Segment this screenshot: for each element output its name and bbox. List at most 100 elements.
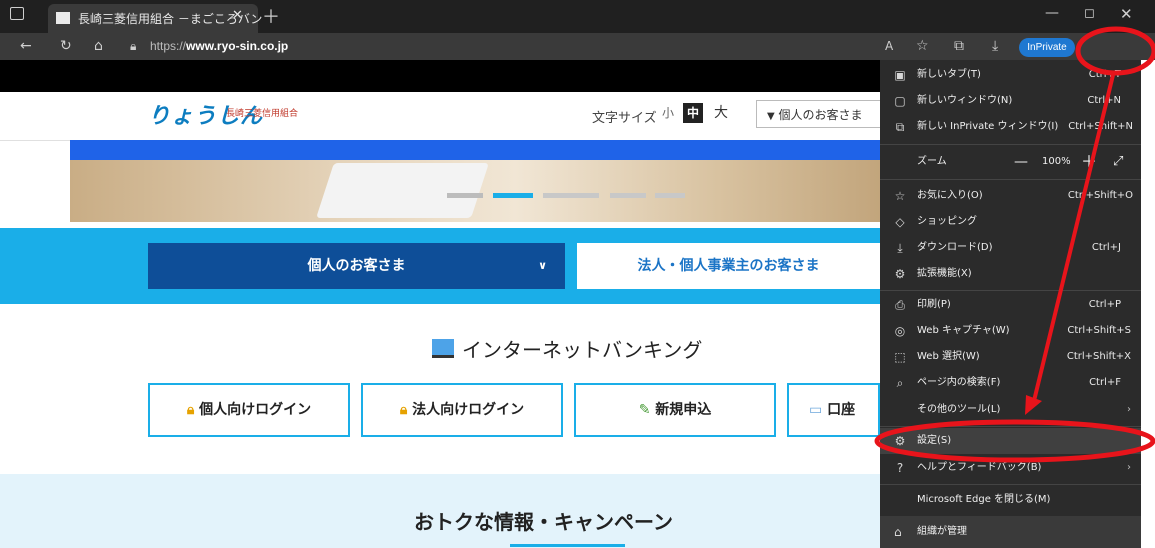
menu-label: ページ内の検索(F) bbox=[917, 377, 1001, 388]
menu-shortcut: Ctrl+Shift+X bbox=[1066, 351, 1131, 362]
menu-item-new-window[interactable]: ▢ 新しいウィンドウ(N) Ctrl+N bbox=[880, 88, 1141, 114]
zoom-in-icon[interactable]: ＋ bbox=[1081, 149, 1097, 175]
menu-item-settings[interactable]: ⚙ 設定(S) bbox=[880, 428, 1141, 454]
web-select-icon: ⬚ bbox=[894, 350, 906, 364]
menu-shortcut: Ctrl+Shift+N bbox=[1068, 121, 1133, 132]
menu-item-web-capture[interactable]: ◎ Web キャプチャ(W) Ctrl+Shift+S bbox=[880, 318, 1141, 344]
inprivate-badge[interactable]: InPrivate bbox=[1019, 38, 1075, 57]
menu-item-help[interactable]: ? ヘルプとフィードバック(B) › bbox=[880, 455, 1141, 481]
menu-separator bbox=[880, 484, 1141, 485]
carousel-dot[interactable] bbox=[447, 193, 483, 198]
collections-icon[interactable]: ⧉ bbox=[954, 33, 964, 60]
new-application-button[interactable]: ✎ 新規申込 bbox=[574, 383, 776, 437]
tab-close-icon[interactable]: ✕ bbox=[232, 8, 243, 23]
menu-item-downloads[interactable]: ⤓ ダウンロード(D) Ctrl+J bbox=[880, 235, 1141, 261]
menu-item-more-tools[interactable]: その他のツール(L) › bbox=[880, 397, 1141, 423]
carousel-dot[interactable] bbox=[610, 193, 646, 198]
chevron-right-icon: › bbox=[1127, 404, 1131, 415]
refresh-icon[interactable]: ↻ bbox=[60, 33, 72, 60]
account-button[interactable]: ▭ 口座 bbox=[787, 383, 880, 437]
menu-label: 印刷(P) bbox=[917, 299, 951, 310]
new-application-label: 新規申込 bbox=[655, 402, 712, 418]
menu-item-close-edge[interactable]: Microsoft Edge を閉じる(M) bbox=[880, 487, 1141, 513]
menu-label: 組織が管理 bbox=[917, 526, 967, 537]
read-aloud-icon[interactable]: A bbox=[885, 33, 893, 60]
font-size-label: 文字サイズ bbox=[592, 111, 657, 126]
lock-icon: 🔒︎ bbox=[186, 402, 195, 418]
menu-label: 新しい InPrivate ウィンドウ(I) bbox=[917, 121, 1059, 132]
help-icon: ? bbox=[896, 461, 904, 475]
menu-label: ズーム bbox=[917, 156, 947, 167]
zoom-out-icon[interactable]: — bbox=[1014, 149, 1028, 175]
menu-label: 拡張機能(X) bbox=[917, 268, 972, 279]
carousel-dot[interactable] bbox=[543, 193, 599, 198]
extensions-icon: ⚙ bbox=[894, 267, 906, 281]
carousel-dot[interactable] bbox=[655, 193, 685, 198]
downloads-toolbar-icon[interactable]: ⤓ bbox=[992, 33, 998, 60]
customer-type-select[interactable]: ▼ 個人のお客さま bbox=[756, 100, 886, 128]
menu-separator bbox=[880, 179, 1141, 180]
menu-label: Web 選択(W) bbox=[917, 351, 980, 362]
menu-item-web-select[interactable]: ⬚ Web 選択(W) Ctrl+Shift+X bbox=[880, 344, 1141, 370]
menu-shortcut: Ctrl+J bbox=[1091, 242, 1121, 253]
personal-login-button[interactable]: 🔒︎ 個人向けログイン bbox=[148, 383, 350, 437]
font-size-small-button[interactable]: 小 bbox=[658, 103, 678, 123]
menu-label: ショッピング bbox=[917, 216, 977, 227]
calculator-image bbox=[316, 163, 489, 218]
menu-item-print[interactable]: ⎙ 印刷(P) Ctrl+P bbox=[880, 292, 1141, 318]
menu-shortcut: Ctrl+Shift+O bbox=[1067, 190, 1133, 201]
personal-customer-button[interactable]: 個人のお客さま ∨ bbox=[148, 243, 565, 289]
home-icon[interactable]: ⌂ bbox=[94, 33, 103, 60]
lock-icon[interactable]: 🔒︎ bbox=[130, 33, 136, 60]
chevron-right-icon: › bbox=[1127, 462, 1131, 473]
active-tab[interactable]: 長崎三菱信用組合 －まごころバン ✕ bbox=[48, 4, 262, 33]
carousel-dot-active[interactable] bbox=[493, 193, 533, 198]
menu-item-extensions[interactable]: ⚙ 拡張機能(X) bbox=[880, 261, 1141, 287]
personal-customer-label: 個人のお客さま bbox=[307, 258, 406, 274]
font-size-large-button[interactable]: 大 bbox=[711, 103, 731, 123]
menu-label: その他のツール(L) bbox=[917, 404, 1001, 415]
font-size-medium-button[interactable]: 中 bbox=[683, 103, 703, 123]
account-label: 口座 bbox=[827, 402, 856, 418]
window-close-icon[interactable]: ✕ bbox=[1120, 5, 1133, 23]
corporate-login-button[interactable]: 🔒︎ 法人向けログイン bbox=[361, 383, 563, 437]
fullscreen-icon[interactable]: ⤢ bbox=[1113, 149, 1123, 175]
minimize-icon[interactable]: — bbox=[1045, 5, 1059, 21]
menu-label: 新しいウィンドウ(N) bbox=[917, 95, 1013, 106]
menu-label: Web キャプチャ(W) bbox=[917, 325, 1010, 336]
card-icon: ▭ bbox=[809, 402, 823, 418]
menu-label: 新しいタブ(T) bbox=[917, 69, 981, 80]
back-icon[interactable]: ← bbox=[20, 33, 32, 60]
campaign-title: おトクな情報・キャンペーン bbox=[414, 510, 673, 534]
menu-item-new-tab[interactable]: ▣ 新しいタブ(T) Ctrl+T bbox=[880, 62, 1141, 88]
zoom-value: 100% bbox=[1042, 156, 1071, 167]
menu-item-zoom: ズーム — 100% ＋ ⤢ bbox=[880, 149, 1141, 175]
menu-item-find[interactable]: ⌕ ページ内の検索(F) Ctrl+F bbox=[880, 370, 1141, 396]
menu-shortcut: Ctrl+P bbox=[1088, 299, 1121, 310]
url-scheme: https:// bbox=[150, 39, 187, 53]
redacted-bar bbox=[0, 60, 880, 92]
pencil-icon: ✎ bbox=[638, 402, 651, 418]
menu-item-shopping[interactable]: ◇ ショッピング bbox=[880, 209, 1141, 235]
new-tab-plus-icon[interactable]: ＋ bbox=[262, 3, 280, 29]
favicon-icon bbox=[56, 12, 70, 24]
add-favorite-icon[interactable]: ☆ bbox=[916, 33, 929, 60]
customer-type-value: 個人のお客さま bbox=[778, 108, 863, 122]
edge-settings-menu: ▣ 新しいタブ(T) Ctrl+T ▢ 新しいウィンドウ(N) Ctrl+N ⧉ 新しい … bbox=[880, 60, 1141, 548]
tab-actions-icon[interactable] bbox=[10, 7, 24, 20]
print-icon: ⎙ bbox=[895, 298, 905, 312]
restore-icon[interactable]: ◻ bbox=[1084, 6, 1095, 21]
campaign-underline bbox=[510, 544, 625, 547]
corporate-customer-button[interactable]: 法人・個人事業主のお客さま bbox=[577, 243, 880, 289]
menu-shortcut: Ctrl+N bbox=[1087, 95, 1121, 106]
url-field[interactable]: https://www.ryo-sin.co.jp bbox=[150, 33, 288, 60]
inprivate-window-icon: ⧉ bbox=[895, 120, 905, 134]
browser-tab-bar: 長崎三菱信用組合 －まごころバン ✕ ＋ — ◻ ✕ bbox=[0, 0, 1155, 33]
download-icon: ⤓ bbox=[897, 241, 903, 255]
menu-item-managed[interactable]: ⌂ 組織が管理 bbox=[880, 516, 1141, 548]
menu-separator bbox=[880, 290, 1141, 291]
menu-item-new-inprivate[interactable]: ⧉ 新しい InPrivate ウィンドウ(I) Ctrl+Shift+N bbox=[880, 114, 1141, 140]
personal-login-label: 個人向けログイン bbox=[199, 402, 312, 418]
managed-icon: ⌂ bbox=[894, 525, 902, 539]
menu-item-favorites[interactable]: ☆ お気に入り(O) Ctrl+Shift+O bbox=[880, 183, 1141, 209]
